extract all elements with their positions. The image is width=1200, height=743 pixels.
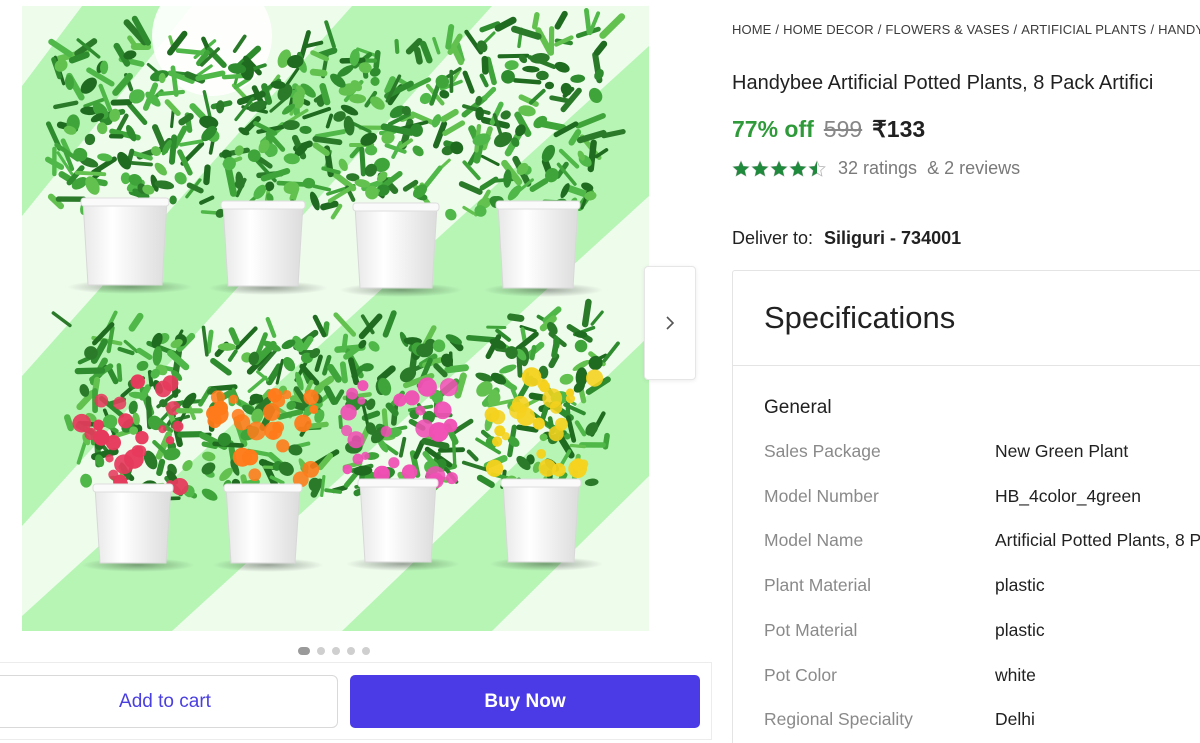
spec-group-title: General [764,397,832,418]
spec-value: Delhi [995,709,1035,729]
original-price: 599 [823,116,863,142]
breadcrumb-home-decor[interactable]: HOME DECOR [783,22,874,37]
reviews-count[interactable]: & 2 reviews [927,158,1020,179]
add-to-cart-button[interactable]: Add to cart [0,675,338,728]
discount-percent: 77% off [732,116,814,142]
star-icon [808,159,826,177]
spec-row: Model Number HB_4color_4green [764,486,1200,516]
spec-value: New Green Plant [995,441,1129,461]
rating-row: 32 ratings & 2 reviews [732,158,1020,179]
product-image[interactable] [22,6,649,631]
specifications-card: Specifications General Sales Package New … [732,270,1200,743]
product-title: Handybee Artificial Potted Plants, 8 Pac… [732,72,1154,94]
carousel-dot[interactable] [317,647,325,655]
potted-plants-photo [22,6,649,631]
spec-row: Pot Material plastic [764,620,1200,650]
spec-key: Sales Package [764,441,881,461]
spec-row: Plant Material plastic [764,575,1200,605]
chevron-right-icon [666,316,675,330]
breadcrumb-artificial-plants[interactable]: ARTIFICIAL PLANTS [1021,22,1146,37]
star-icon [732,159,750,177]
delivery-info: Deliver to: Siliguri - 734001 [732,228,961,249]
carousel-dot[interactable] [362,647,370,655]
spec-value: plastic [995,620,1045,640]
breadcrumb-product[interactable]: HANDYB [1158,22,1200,37]
spec-key: Regional Speciality [764,709,913,729]
spec-value: Artificial Potted Plants, 8 P [995,530,1200,550]
star-icon [751,159,769,177]
carousel-dots [298,647,370,655]
carousel-dot[interactable] [298,647,310,655]
spec-key: Pot Color [764,665,837,685]
spec-key: Pot Material [764,620,858,640]
spec-row: Pot Color white [764,665,1200,695]
spec-key: Plant Material [764,575,871,595]
ratings-count[interactable]: 32 ratings [838,158,917,179]
spec-row: Model Name Artificial Potted Plants, 8 P [764,530,1200,560]
spec-value: HB_4color_4green [995,486,1141,506]
spec-key: Model Name [764,530,864,550]
spec-row: Sales Package New Green Plant [764,441,1200,471]
carousel-dot[interactable] [347,647,355,655]
star-icon [789,159,807,177]
spec-value: plastic [995,575,1045,595]
breadcrumb-home[interactable]: HOME [732,22,771,37]
carousel-dot[interactable] [332,647,340,655]
selling-price: ₹133 [872,116,926,142]
spec-value: white [995,665,1036,685]
breadcrumb-flowers-vases[interactable]: FLOWERS & VASES [885,22,1009,37]
star-rating [732,159,826,178]
breadcrumb: HOME / HOME DECOR / FLOWERS & VASES / ARTIFICI… [732,22,1200,37]
action-bar: Add to cart Buy Now [0,662,712,740]
spec-row: Regional Speciality Delhi [764,709,1200,739]
price-row: 77% off 599 ₹133 [732,116,925,143]
specifications-title: Specifications [764,300,956,335]
buy-now-button[interactable]: Buy Now [350,675,700,728]
delivery-location[interactable]: Siliguri - 734001 [824,228,961,248]
star-icon [770,159,788,177]
carousel-next-button[interactable] [644,266,696,380]
specifications-header[interactable]: Specifications [733,271,1200,366]
spec-key: Model Number [764,486,879,506]
deliver-to-label: Deliver to: [732,228,814,248]
